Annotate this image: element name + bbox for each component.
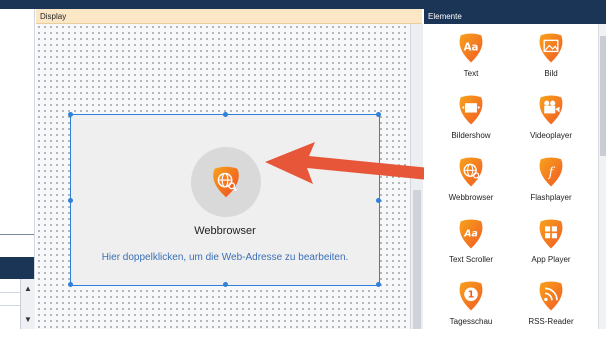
element-tile-flashplayer[interactable]: f Flashplayer [516, 155, 586, 217]
element-label: Text [463, 69, 479, 78]
element-tile-rss-reader[interactable]: RSS-Reader [516, 279, 586, 341]
web-browser-icon [459, 157, 483, 187]
element-label: Videoplayer [529, 131, 573, 140]
resize-handle-top[interactable] [223, 112, 228, 117]
scroll-down-icon[interactable]: ▼ [24, 315, 32, 324]
elements-panel: Elemente Aa Text Bild Bildershow Videoplayer… [424, 9, 606, 329]
elements-scrollbar[interactable] [598, 24, 606, 329]
element-label: Text Scroller [448, 255, 493, 264]
scroll-up-icon[interactable]: ▲ [24, 284, 32, 293]
scrollbar-thumb[interactable] [413, 190, 421, 329]
image-icon [539, 33, 563, 63]
left-panel: ▲ ▼ [0, 9, 35, 329]
widget-icon-circle [191, 147, 261, 217]
element-label: Webbrowser [448, 193, 494, 202]
video-camera-icon [539, 95, 563, 125]
element-label: RSS-Reader [528, 317, 574, 326]
resize-handle-left[interactable] [68, 198, 73, 203]
element-tile-bild[interactable]: Bild [516, 31, 586, 93]
resize-handle-bottom-left[interactable] [68, 282, 73, 287]
element-tile-videoplayer[interactable]: Videoplayer [516, 93, 586, 155]
resize-handle-bottom[interactable] [223, 282, 228, 287]
row-divider [0, 305, 20, 306]
slideshow-icon [459, 95, 483, 125]
rss-icon [539, 281, 563, 311]
element-label: Bild [544, 69, 558, 78]
text-icon: Aa [459, 33, 483, 63]
element-tile-text[interactable]: Aa Text [436, 31, 506, 93]
tagesschau-icon: 1 [459, 281, 483, 311]
flash-icon: f [539, 157, 563, 187]
app-grid-icon [539, 219, 563, 249]
widget-edit-hint[interactable]: Hier doppelklicken, um die Web-Adresse z… [71, 252, 379, 263]
widget-title: Webbrowser [194, 225, 256, 237]
element-tile-app-player[interactable]: App Player [516, 217, 586, 279]
element-label: Bildershow [451, 131, 491, 140]
element-tile-text-scroller[interactable]: Aa Text Scroller [436, 217, 506, 279]
resize-handle-bottom-right[interactable] [376, 282, 381, 287]
element-label: Tagesschau [449, 317, 493, 326]
resize-handle-right[interactable] [376, 198, 381, 203]
svg-text:1: 1 [468, 290, 475, 301]
element-label: Flashplayer [530, 193, 572, 202]
resize-handle-top-left[interactable] [68, 112, 73, 117]
element-tile-bildershow[interactable]: Bildershow [436, 93, 506, 155]
elements-panel-title: Elemente [424, 9, 606, 24]
title-bar [0, 0, 606, 9]
svg-text:Aa: Aa [463, 229, 478, 240]
resize-handle-top-right[interactable] [376, 112, 381, 117]
divider [0, 234, 34, 235]
svg-text:Aa: Aa [464, 43, 479, 54]
web-browser-icon [213, 166, 239, 198]
element-label: App Player [531, 255, 571, 264]
element-tile-tagesschau[interactable]: 1 Tagesschau [436, 279, 506, 341]
scrollbar-thumb[interactable] [600, 36, 606, 156]
display-panel-title: Display [36, 9, 422, 24]
text-scroller-icon: Aa [459, 219, 483, 249]
row-divider [0, 292, 20, 293]
element-tile-webbrowser[interactable]: Webbrowser [436, 155, 506, 217]
left-panel-header [0, 257, 34, 279]
